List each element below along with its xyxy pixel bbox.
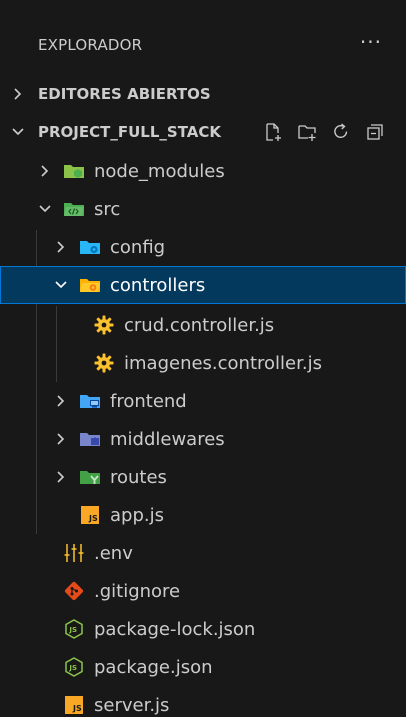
svg-text:JS: JS	[72, 704, 82, 713]
chevron-down-icon	[36, 203, 54, 215]
gear-file-icon	[92, 351, 116, 375]
section-project-label: PROJECT_FULL_STACK	[38, 123, 222, 141]
tree-item-label: server.js	[94, 694, 170, 716]
refresh-icon[interactable]	[330, 121, 352, 143]
explorer-title: EXPLORADOR	[38, 36, 143, 54]
tree-item-routes[interactable]: routes	[0, 458, 406, 496]
tree-item-label: middlewares	[110, 428, 225, 450]
tree-item-label: package-lock.json	[94, 618, 256, 640]
tree-item-crud-controller[interactable]: crud.controller.js	[0, 306, 406, 344]
folder-node-icon	[62, 159, 86, 183]
chevron-down-icon	[10, 125, 26, 139]
explorer-title-bar: EXPLORADOR ···	[0, 26, 406, 64]
tree-item-app-js[interactable]: JS app.js	[0, 496, 406, 534]
tree-item-label: crud.controller.js	[124, 314, 275, 336]
gear-file-icon	[92, 313, 116, 337]
tree-item-src[interactable]: src	[0, 190, 406, 228]
folder-config-icon	[78, 235, 102, 259]
tree-item-controllers[interactable]: controllers	[0, 266, 406, 304]
tree-item-label: frontend	[110, 390, 187, 412]
tree-item-config[interactable]: config	[0, 228, 406, 266]
chevron-right-icon	[52, 432, 70, 446]
env-file-icon	[62, 541, 86, 565]
section-actions	[262, 121, 386, 143]
svg-text:JS: JS	[88, 514, 98, 523]
svg-text:JS: JS	[68, 664, 77, 672]
chevron-right-icon	[52, 240, 70, 254]
tree-item-package-lock[interactable]: JS package-lock.json	[0, 610, 406, 648]
chevron-right-icon	[52, 394, 70, 408]
folder-src-icon	[62, 197, 86, 221]
chevron-right-icon	[10, 87, 26, 101]
tree-item-package-json[interactable]: JS package.json	[0, 648, 406, 686]
tree-item-label: src	[94, 198, 121, 220]
folder-controllers-open-icon	[78, 273, 102, 297]
section-open-editors[interactable]: EDITORES ABIERTOS	[0, 76, 406, 112]
folder-routes-icon	[78, 465, 102, 489]
tree-item-label: .env	[94, 542, 133, 564]
folder-frontend-icon	[78, 389, 102, 413]
tree-item-label: imagenes.controller.js	[124, 352, 322, 374]
new-file-icon[interactable]	[262, 121, 284, 143]
tree-item-node-modules[interactable]: node_modules	[0, 152, 406, 190]
tree-item-gitignore[interactable]: .gitignore	[0, 572, 406, 610]
git-file-icon	[62, 579, 86, 603]
npm-json-icon: JS	[62, 655, 86, 679]
folder-middlewares-icon	[78, 427, 102, 451]
chevron-right-icon	[52, 470, 70, 484]
tree-item-label: node_modules	[94, 160, 225, 182]
chevron-right-icon	[36, 164, 54, 178]
tree-item-env[interactable]: .env	[0, 534, 406, 572]
chevron-down-icon	[52, 279, 70, 291]
js-file-icon: JS	[62, 693, 86, 717]
tree-item-label: app.js	[110, 504, 164, 526]
tree-item-label: routes	[110, 466, 167, 488]
collapse-all-icon[interactable]	[364, 121, 386, 143]
tree-item-server-js[interactable]: JS server.js	[0, 686, 406, 717]
explorer-panel: EXPLORADOR ··· EDITORES ABIERTOS PROJECT…	[0, 0, 406, 717]
section-project[interactable]: PROJECT_FULL_STACK	[0, 114, 406, 150]
section-open-editors-label: EDITORES ABIERTOS	[38, 85, 211, 103]
js-file-icon: JS	[78, 503, 102, 527]
tree-item-label: controllers	[110, 274, 206, 296]
tree-item-label: .gitignore	[94, 580, 181, 602]
more-actions-button[interactable]: ···	[360, 30, 382, 54]
tree-item-frontend[interactable]: frontend	[0, 382, 406, 420]
npm-json-icon: JS	[62, 617, 86, 641]
tree-item-middlewares[interactable]: middlewares	[0, 420, 406, 458]
new-folder-icon[interactable]	[296, 121, 318, 143]
tree-item-imagenes-controller[interactable]: imagenes.controller.js	[0, 344, 406, 382]
tree-item-label: package.json	[94, 656, 213, 678]
svg-text:JS: JS	[68, 626, 77, 634]
tree-item-label: config	[110, 236, 166, 258]
